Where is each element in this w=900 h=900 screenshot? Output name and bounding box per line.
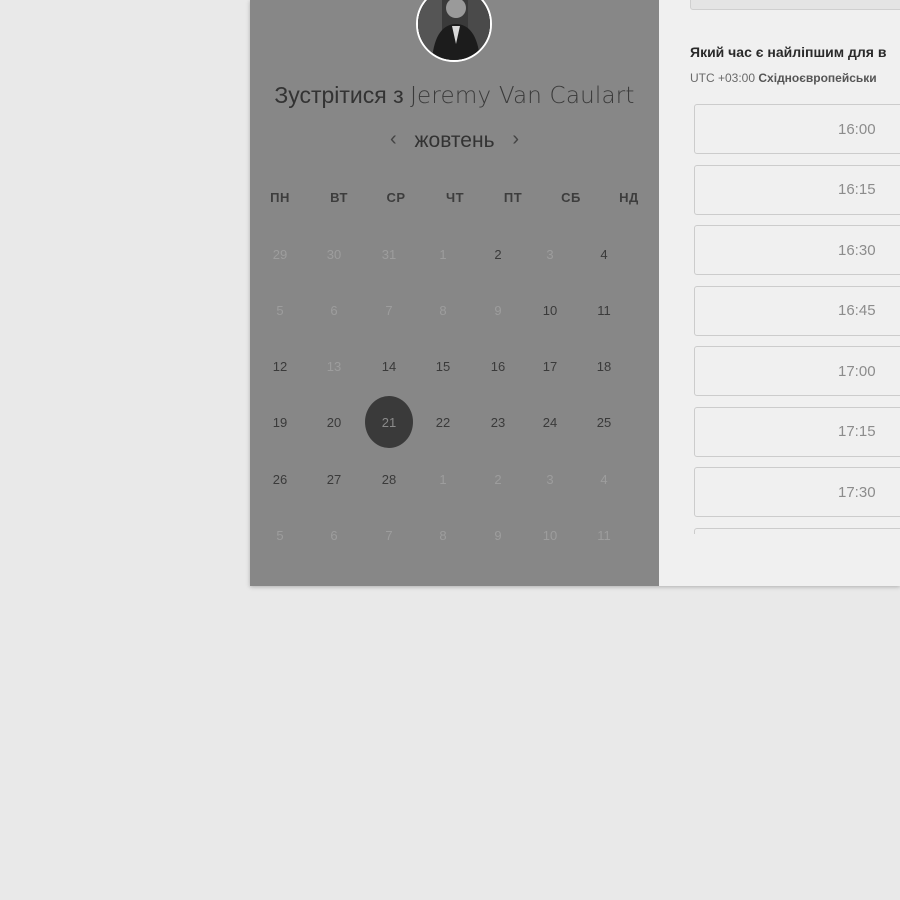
time-panel: Який час є найліпшим для в UTC +03:00 Сх…	[659, 0, 900, 586]
calendar-day: 2	[494, 471, 502, 487]
calendar-day[interactable]: 28	[367, 457, 411, 501]
calendar-day[interactable]: 25	[582, 400, 626, 444]
calendar-day: 29	[272, 246, 288, 262]
timezone-offset: UTC +03:00	[690, 71, 756, 85]
calendar-day: 3	[546, 471, 554, 487]
calendar-day[interactable]: 15	[421, 344, 465, 388]
calendar-day[interactable]: 10	[528, 288, 572, 332]
calendar-day[interactable]: 27	[312, 457, 356, 501]
calendar-grid: 29 30 31 1 2 3 4 5 6 7 8 9 10 11 12 13 14 15 16 17 18 19 20 21 2…	[250, 0, 659, 586]
calendar-day[interactable]: 16	[476, 344, 520, 388]
calendar-day[interactable]: 26	[258, 457, 302, 501]
calendar-day: 7	[385, 527, 393, 543]
time-slot-button[interactable]: 16:00	[694, 104, 900, 154]
time-question: Який час є найліпшим для в	[690, 44, 887, 60]
calendar-day: 7	[385, 302, 393, 318]
time-slot-button[interactable]	[694, 527, 900, 534]
time-slot-button[interactable]: 16:15	[694, 164, 900, 215]
calendar-day[interactable]: 22	[421, 400, 465, 444]
calendar-day: 1	[439, 246, 447, 262]
calendar-day: 6	[330, 527, 338, 543]
booking-card: Зустрітися з Jeremy Van Caulart ‹ жовтен…	[250, 0, 900, 586]
calendar-day: 1	[439, 471, 447, 487]
calendar-day: 8	[439, 302, 447, 318]
calendar-day: 6	[330, 302, 338, 318]
calendar-day: 5	[276, 302, 284, 318]
calendar-day[interactable]: 12	[258, 344, 302, 388]
timezone-name: Східноєвропейськи	[758, 71, 877, 85]
time-slot-list: 16:00 16:15 16:30 16:45 17:00 17:15 17:30	[694, 104, 900, 534]
calendar-day[interactable]: 23	[476, 400, 520, 444]
calendar-day[interactable]: 14	[367, 344, 411, 388]
calendar-day: 3	[546, 246, 554, 262]
calendar-day[interactable]: 18	[582, 344, 626, 388]
time-slot-button[interactable]: 16:45	[694, 285, 900, 336]
calendar-day[interactable]: 24	[528, 400, 572, 444]
calendar-day: 9	[494, 527, 502, 543]
time-slot-button[interactable]: 17:15	[694, 406, 900, 457]
calendar-day[interactable]: 2	[476, 232, 520, 276]
previous-field	[690, 0, 900, 10]
calendar-day: 5	[276, 527, 284, 543]
calendar-day: 13	[326, 358, 342, 374]
calendar-day: 8	[439, 527, 447, 543]
calendar-day[interactable]: 19	[258, 400, 302, 444]
calendar-day[interactable]: 17	[528, 344, 572, 388]
calendar-day: 4	[600, 471, 608, 487]
calendar-day: 11	[597, 527, 611, 543]
time-slot-button[interactable]: 16:30	[694, 225, 900, 275]
calendar-day[interactable]: 11	[582, 288, 626, 332]
time-slot-button[interactable]: 17:00	[694, 346, 900, 396]
calendar-day-selected[interactable]: 21	[365, 396, 413, 448]
calendar-panel: Зустрітися з Jeremy Van Caulart ‹ жовтен…	[250, 0, 659, 586]
calendar-day[interactable]: 4	[582, 232, 626, 276]
calendar-day: 9	[494, 302, 502, 318]
calendar-day[interactable]: 20	[312, 400, 356, 444]
timezone-label[interactable]: UTC +03:00 Східноєвропейськи	[690, 71, 877, 85]
calendar-day: 10	[542, 527, 558, 543]
calendar-day: 30	[326, 246, 342, 262]
calendar-day: 31	[381, 246, 397, 262]
time-slot-button[interactable]: 17:30	[694, 467, 900, 517]
